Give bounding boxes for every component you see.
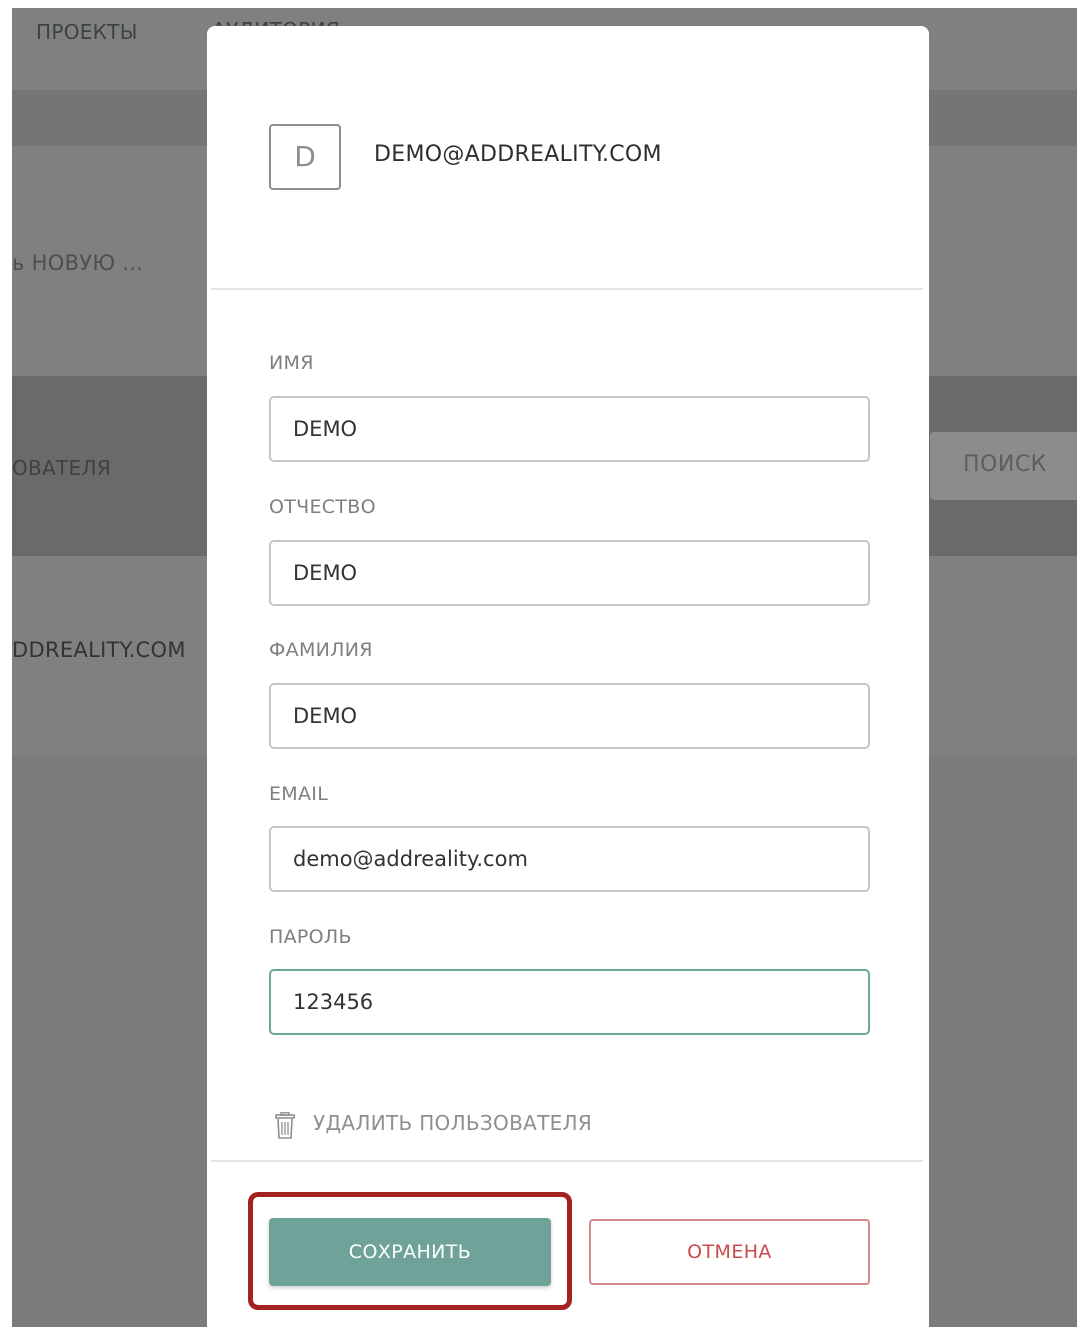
password-label: ПАРОЛЬ (269, 926, 352, 948)
email-field[interactable] (269, 826, 870, 892)
cancel-button[interactable]: ОТМЕНА (589, 1219, 870, 1285)
save-button[interactable]: СОХРАНИТЬ (269, 1218, 551, 1286)
last-name-label: ФАМИЛИЯ (269, 639, 373, 661)
user-header-email: DEMO@ADDREALITY.COM (374, 142, 662, 167)
middle-name-label: ОТЧЕСТВО (269, 496, 376, 518)
user-column-header: ОВАТЕЛЯ (12, 456, 112, 480)
edit-user-modal: D DEMO@ADDREALITY.COM ИМЯ ОТЧЕСТВО ФАМИЛ… (207, 26, 929, 1327)
password-field[interactable] (269, 969, 870, 1035)
search-button-label: ПОИСК (963, 452, 1047, 477)
search-button[interactable]: ПОИСК (930, 432, 1077, 500)
create-new-link[interactable]: ь НОВУЮ ... (12, 251, 143, 275)
nav-projects-tab[interactable]: ПРОЕКТЫ (36, 20, 138, 44)
middle-name-input[interactable] (269, 540, 870, 606)
first-name-label: ИМЯ (269, 352, 314, 374)
divider (211, 288, 923, 290)
delete-user-label: УДАЛИТЬ ПОЛЬЗОВАТЕЛЯ (313, 1111, 593, 1135)
email-label: EMAIL (269, 783, 329, 805)
divider (211, 1160, 923, 1162)
avatar: D (269, 124, 341, 190)
user-email-cell[interactable]: DDREALITY.COM (12, 638, 186, 662)
first-name-input[interactable] (269, 396, 870, 462)
last-name-input[interactable] (269, 683, 870, 749)
trash-icon (275, 1112, 295, 1139)
